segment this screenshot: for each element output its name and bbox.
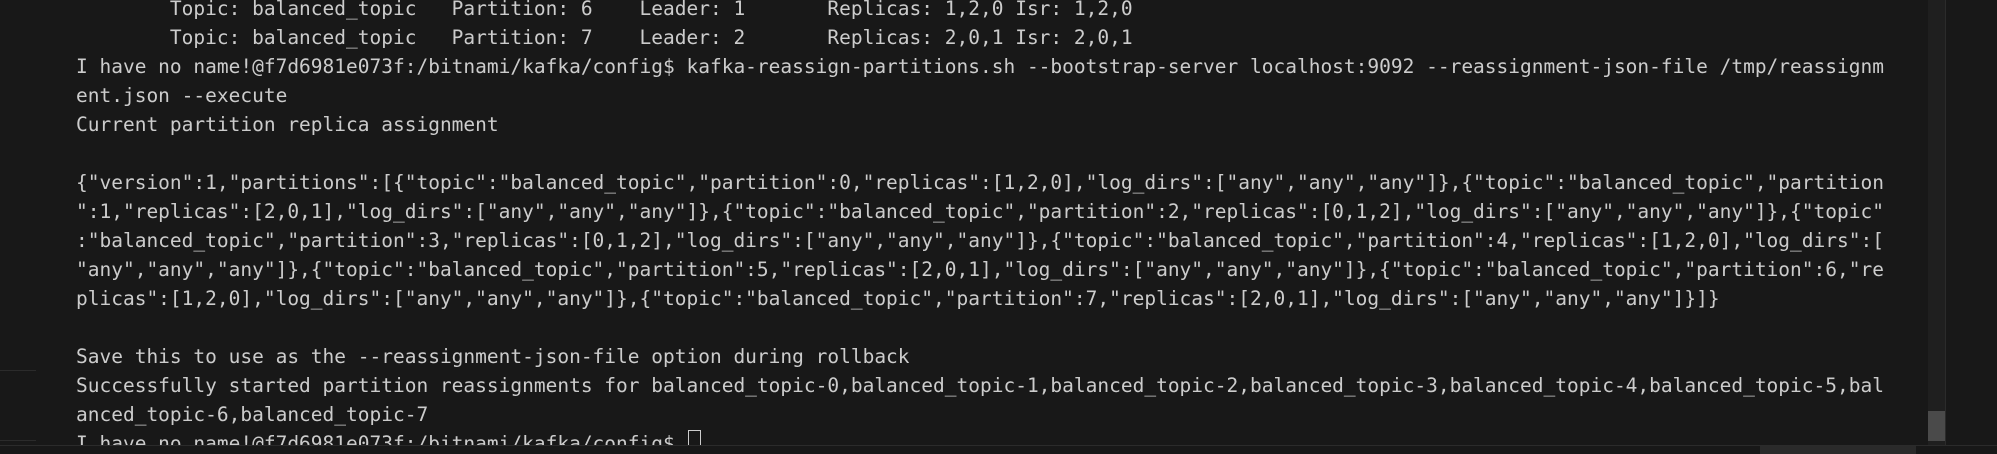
terminal-line: plicas":[1,2,0],"log_dirs":["any","any",… [76,287,1720,310]
terminal-line: Topic: balanced_topic Partition: 7 Leade… [76,26,1133,49]
right-side-panel [1945,0,1997,454]
left-gutter [0,0,36,454]
terminal-output: Topic: balanced_topic Partition: 6 Leade… [76,0,1884,454]
terminal-line: "any","any","any"]},{"topic":"balanced_t… [76,258,1884,281]
terminal-line: anced_topic-6,balanced_topic-7 [76,403,429,426]
terminal-line: ":1,"replicas":[2,0,1],"log_dirs":["any"… [76,200,1884,223]
gutter-divider [0,440,36,441]
terminal-panel[interactable]: Topic: balanced_topic Partition: 6 Leade… [0,0,1997,454]
terminal-line: :"balanced_topic","partition":3,"replica… [76,229,1884,252]
terminal-line: I have no name!@f7d6981e073f:/bitnami/ka… [76,55,1884,78]
terminal-line: Save this to use as the --reassignment-j… [76,345,910,368]
terminal-line: Current partition replica assignment [76,113,499,136]
terminal-line: {"version":1,"partitions":[{"topic":"bal… [76,171,1884,194]
status-bar [0,445,1997,454]
terminal-line: Successfully started partition reassignm… [76,374,1884,397]
vertical-scrollbar[interactable] [1928,0,1945,454]
status-bar-item[interactable] [1760,446,1916,454]
terminal-line: ent.json --execute [76,84,288,107]
scrollbar-thumb[interactable] [1928,411,1945,441]
gutter-divider [0,370,36,371]
terminal-line: Topic: balanced_topic Partition: 6 Leade… [76,0,1133,20]
